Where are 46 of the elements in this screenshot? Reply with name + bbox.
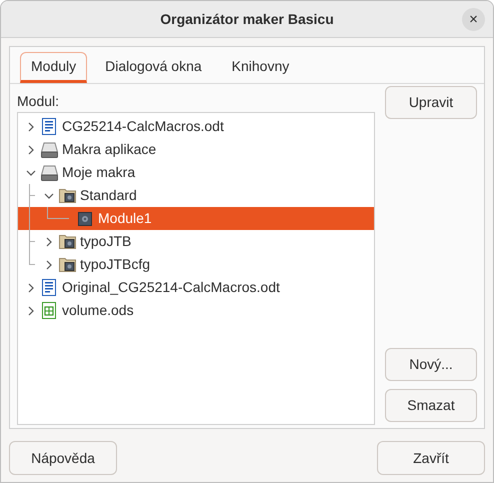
side-button[interactable]: Nový... <box>385 348 477 381</box>
item-label: typoJTBcfg <box>80 255 150 274</box>
tree-label: Modul: <box>17 92 60 111</box>
side-button[interactable]: Smazat <box>385 389 477 422</box>
chevron-down-icon[interactable] <box>44 190 54 200</box>
tree-item[interactable]: typoJTB <box>18 230 374 253</box>
chevron-right-icon[interactable] <box>26 282 36 292</box>
item-label: Standard <box>80 186 137 205</box>
tree-item[interactable]: volume.ods <box>18 299 374 322</box>
item-label: typoJTB <box>80 232 132 251</box>
tab[interactable]: Knihovny <box>220 52 302 83</box>
chevron-right-icon[interactable] <box>44 260 54 270</box>
footer-button[interactable]: Zavřít <box>377 441 485 475</box>
tree-item[interactable]: typoJTBcfg <box>18 253 374 276</box>
tree-item[interactable]: Moje makra <box>18 161 374 184</box>
tree-item[interactable]: CG25214-CalcMacros.odt <box>18 115 374 138</box>
item-label: Module1 <box>98 209 152 228</box>
drive-icon <box>40 164 58 180</box>
close-button[interactable]: × <box>462 8 485 31</box>
tab[interactable]: Dialogová okna <box>93 52 214 83</box>
folder-icon <box>58 257 76 272</box>
item-label: Makra aplikace <box>62 140 156 159</box>
item-label: Original_CG25214-CalcMacros.odt <box>62 278 280 297</box>
spreadsheet-icon <box>42 302 56 319</box>
item-label: volume.ods <box>62 301 134 320</box>
chevron-down-icon[interactable] <box>26 168 36 178</box>
window-title: Organizátor maker Basicu <box>160 10 334 29</box>
item-label: CG25214-CalcMacros.odt <box>62 117 224 136</box>
footer-button[interactable]: Nápověda <box>9 441 117 475</box>
document-icon <box>42 118 56 135</box>
tree-item[interactable]: Makra aplikace <box>18 138 374 161</box>
tree-item[interactable]: Original_CG25214-CalcMacros.odt <box>18 276 374 299</box>
tree-item[interactable]: Standard <box>18 184 374 207</box>
chevron-right-icon[interactable] <box>26 122 36 132</box>
tab[interactable]: Moduly <box>20 52 88 83</box>
item-label: Moje makra <box>62 163 136 182</box>
folder-icon <box>58 188 76 203</box>
drive-icon <box>40 142 58 158</box>
chevron-right-icon[interactable] <box>26 306 36 316</box>
document-icon <box>42 279 56 296</box>
side-button[interactable]: Upravit <box>385 86 477 119</box>
chevron-right-icon[interactable] <box>44 236 54 246</box>
chevron-right-icon[interactable] <box>26 144 36 154</box>
module-tree[interactable]: CG25214-CalcMacros.odt Makra aplikace Moje makra Standard Module1 typoJTB typoJTBcfg Original_CG25214-CalcMacros.odt volume.ods <box>17 112 375 425</box>
tree-item[interactable]: Module1 <box>18 207 374 230</box>
folder-icon <box>58 234 76 249</box>
